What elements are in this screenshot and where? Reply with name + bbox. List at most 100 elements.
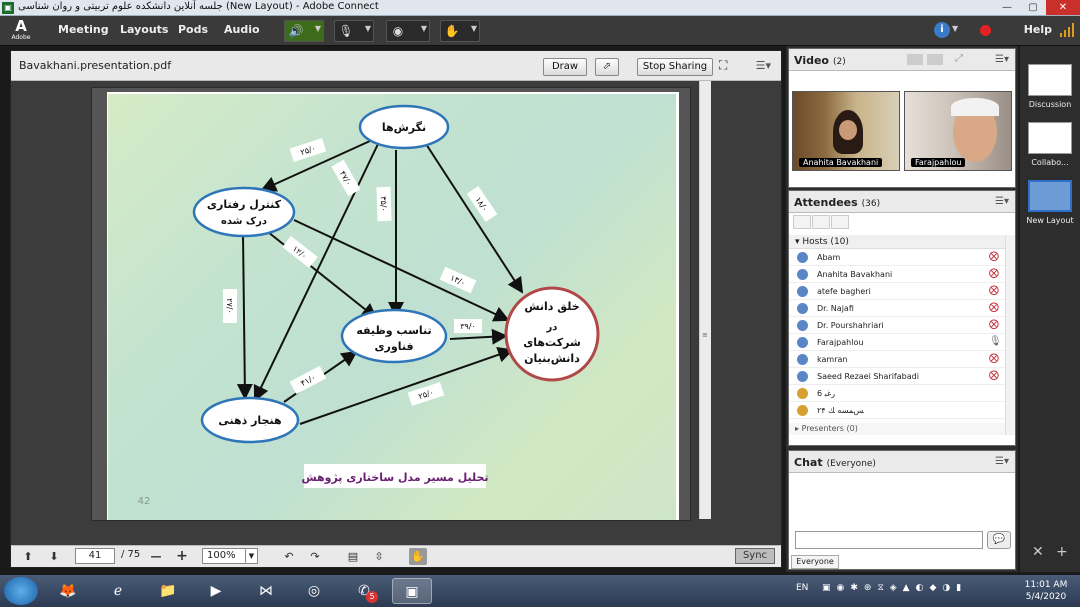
microphone-button[interactable]: 🎙 ▼ <box>334 20 374 42</box>
hand-tool-icon[interactable]: ✋ <box>409 548 427 565</box>
attendee-row[interactable]: atefe bagheri ⨂ <box>789 283 1005 300</box>
filmstrip-layout-icon[interactable] <box>927 54 943 65</box>
layout-collaboration-label[interactable]: Collabo... <box>1020 158 1080 167</box>
sync-button[interactable]: Sync <box>735 548 775 564</box>
video-tile-farajpahlou[interactable]: Farajpahlou <box>904 91 1012 171</box>
speaker-icon: 🔊 <box>288 24 304 38</box>
video-tile-anahita[interactable]: Anahita Bavakhani <box>792 91 900 171</box>
firefox-icon[interactable]: 🦊 <box>48 578 88 604</box>
pod-options-icon[interactable]: ☰▾ <box>756 59 771 72</box>
zoom-in-icon[interactable]: + <box>175 548 189 565</box>
fit-page-icon[interactable]: ⇳ <box>371 548 387 565</box>
page-down-icon[interactable]: ⬇ <box>47 548 61 565</box>
internet-explorer-icon[interactable]: ℯ <box>98 578 138 604</box>
expand-icon[interactable]: ⤢ <box>955 53 963 64</box>
chevron-down-icon[interactable]: ▼ <box>421 24 427 33</box>
status-button[interactable]: ✋ ▼ <box>440 20 480 42</box>
speaker-button[interactable]: 🔊 ▼ <box>284 20 324 42</box>
host-icon <box>797 269 808 280</box>
coef-attitude-norm: ۴۷/۰ <box>331 159 361 197</box>
windows-start-icon[interactable] <box>4 577 38 605</box>
layout-new-layout-label[interactable]: New Layout <box>1020 216 1080 225</box>
pod-options-icon[interactable]: ☰▾ <box>995 456 1009 467</box>
visual-studio-icon[interactable]: ⋈ <box>246 578 286 604</box>
system-clock[interactable]: 11:01 AM 5/4/2020 <box>1016 579 1076 603</box>
adobe-connect-taskbar-icon[interactable]: ▣ <box>392 578 432 604</box>
attendee-row[interactable]: Abam ⨂ <box>789 249 1005 266</box>
window-title: جلسه آنلاین دانشکده علوم تربیتی و روان ش… <box>18 1 379 12</box>
page-view-icon[interactable]: ▤ <box>345 548 361 565</box>
hosts-group-header[interactable]: ▾ Hosts (10) <box>789 235 1005 249</box>
whatsapp-icon[interactable]: ✆ 5 <box>344 578 384 604</box>
layout-new-layout-thumb[interactable] <box>1028 180 1072 212</box>
chevron-down-icon[interactable]: ▼ <box>471 24 477 33</box>
document-scrollbar[interactable]: ≡ <box>699 81 711 519</box>
help-menu[interactable]: Help <box>1024 23 1052 36</box>
chevron-down-icon[interactable]: ▼ <box>365 24 371 33</box>
draw-button[interactable]: Draw <box>543 58 587 76</box>
page-up-icon[interactable]: ⬆ <box>21 548 35 565</box>
minimize-icon[interactable]: — <box>994 0 1020 15</box>
attendee-row[interactable]: Dr. Najafi ⨂ <box>789 300 1005 317</box>
attendee-row[interactable]: kamran ⨂ <box>789 351 1005 368</box>
chat-input[interactable] <box>795 531 983 549</box>
close-icon[interactable]: ✕ <box>1046 0 1080 15</box>
chat-tab-everyone[interactable]: Everyone <box>791 555 839 569</box>
pointer-button[interactable]: ⬀ <box>595 58 619 76</box>
host-icon <box>797 354 808 365</box>
coef-attitude-control: ۲۵/۰ <box>289 138 327 162</box>
attendee-row[interactable]: Saeed Rezaei Sharifabadi ⨂ <box>789 368 1005 385</box>
status-view-icon[interactable] <box>812 215 830 229</box>
media-player-icon[interactable]: ▶ <box>196 578 236 604</box>
attendee-row[interactable]: ﺲﻤﺴﻪ ﻚ ۲۴ <box>789 402 1005 419</box>
record-icon[interactable] <box>980 25 991 36</box>
page-total: / 75 <box>121 549 141 560</box>
layout-discussion-label[interactable]: Discussion <box>1020 100 1080 109</box>
list-view-icon[interactable] <box>793 215 811 229</box>
breakout-view-icon[interactable] <box>831 215 849 229</box>
webcam-button[interactable]: ◉ ▼ <box>386 20 430 42</box>
chevron-down-icon[interactable]: ▼ <box>952 24 958 33</box>
mic-active-icon: 🎙 <box>989 336 1002 347</box>
arrow-fit-knowledge <box>449 328 508 345</box>
menu-meeting[interactable]: Meeting <box>58 23 109 36</box>
pod-options-icon[interactable]: ☰▾ <box>995 196 1009 207</box>
attendee-row[interactable]: 6 ﺭﻏﺒ <box>789 385 1005 402</box>
layout-discussion-thumb[interactable] <box>1028 64 1072 96</box>
system-tray-icons[interactable]: ▣◉✱⊛⧖◈▲◐◆◑▮ <box>822 583 967 593</box>
page-number-input[interactable]: 41 <box>75 548 115 564</box>
attendees-scrollbar[interactable] <box>1005 235 1015 435</box>
zoom-out-icon[interactable]: — <box>149 548 163 565</box>
language-indicator[interactable]: EN <box>796 583 808 593</box>
redo-icon[interactable]: ↷ <box>307 548 323 565</box>
chat-send-button[interactable]: 💬 <box>987 531 1011 549</box>
attendee-name: ﺲﻤﺴﻪ ﻚ ۲۴ <box>817 406 864 415</box>
stop-sharing-button[interactable]: Stop Sharing <box>637 58 713 76</box>
attendee-row[interactable]: Farajpahlou 🎙 <box>789 334 1005 351</box>
fullscreen-icon[interactable]: ⛶ <box>719 58 735 74</box>
pod-options-icon[interactable]: ☰▾ <box>995 54 1009 65</box>
layout-settings-icon[interactable]: ✕ <box>1032 544 1044 560</box>
menu-pods[interactable]: Pods <box>178 23 208 36</box>
attendee-row[interactable]: Dr. Pourshahriari ⨂ <box>789 317 1005 334</box>
adobe-logo-text: Adobe <box>11 34 31 41</box>
chevron-down-icon[interactable]: ▼ <box>315 24 321 33</box>
file-explorer-icon[interactable]: 📁 <box>148 578 188 604</box>
scroll-grip-icon[interactable]: ≡ <box>702 331 710 339</box>
zoom-select[interactable]: 100% ▼ <box>202 548 258 564</box>
presenters-group-header[interactable]: ▸ Presenters (0) <box>789 423 1005 435</box>
layout-collaboration-thumb[interactable] <box>1028 122 1072 154</box>
video-pod-header: Video (2) ⤢ ☰▾ <box>789 49 1015 71</box>
add-layout-icon[interactable]: + <box>1056 544 1068 560</box>
coef-control-fit: ۱۲/۰ <box>282 236 318 268</box>
info-icon[interactable]: i <box>934 22 950 38</box>
chevron-down-icon[interactable]: ▼ <box>245 549 257 563</box>
grid-layout-icon[interactable] <box>907 54 923 65</box>
maximize-icon[interactable]: ▢ <box>1020 0 1046 15</box>
attendee-row[interactable]: Anahita Bavakhani ⨂ <box>789 266 1005 283</box>
menu-layouts[interactable]: Layouts <box>120 23 168 36</box>
undo-icon[interactable]: ↶ <box>281 548 297 565</box>
chrome-icon[interactable]: ◎ <box>294 578 334 604</box>
label-fit-1: تناسب وظیفه <box>356 324 431 337</box>
menu-audio[interactable]: Audio <box>224 23 260 36</box>
